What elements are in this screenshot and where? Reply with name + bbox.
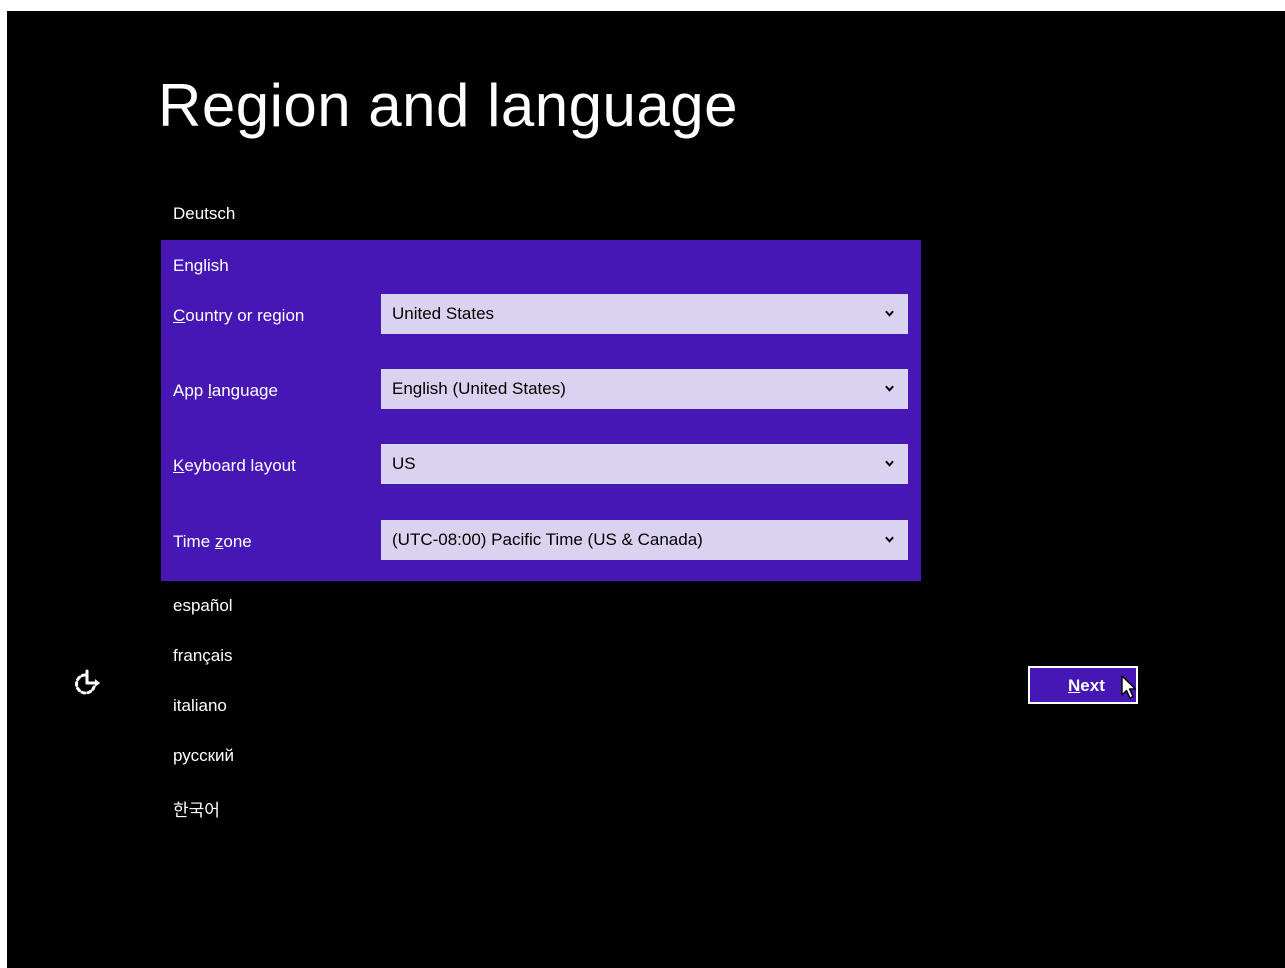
language-item-espanol[interactable]: español — [173, 596, 233, 616]
setup-screen: Region and language Deutsch English Coun… — [7, 11, 1285, 968]
time-zone-select[interactable]: (UTC-08:00) Pacific Time (US & Canada) — [381, 520, 908, 560]
country-region-value: United States — [392, 304, 495, 323]
page-title: Region and language — [158, 72, 738, 139]
time-zone-label: Time zone — [173, 532, 252, 551]
language-item-francais[interactable]: français — [173, 646, 233, 666]
chevron-down-icon — [885, 536, 894, 543]
country-region-label: Country or region — [173, 306, 305, 325]
keyboard-layout-value: US — [392, 454, 416, 473]
keyboard-layout-select[interactable]: US — [381, 444, 908, 484]
ease-of-access-icon[interactable] — [73, 669, 101, 697]
language-item-italiano[interactable]: italiano — [173, 696, 227, 716]
app-language-select[interactable]: English (United States) — [381, 369, 908, 409]
app-language-label: App language — [173, 381, 278, 400]
language-item-korean[interactable]: 한국어 — [173, 796, 220, 821]
keyboard-layout-label: Keyboard layout — [173, 456, 296, 475]
app-language-value: English (United States) — [392, 379, 566, 398]
country-region-select[interactable]: United States — [381, 294, 908, 334]
mouse-pointer-icon — [1121, 675, 1137, 699]
language-item-english[interactable]: English — [173, 256, 229, 276]
language-item-russian[interactable]: русский — [173, 746, 234, 766]
time-zone-value: (UTC-08:00) Pacific Time (US & Canada) — [392, 530, 703, 549]
chevron-down-icon — [885, 460, 894, 467]
next-button-label: Next — [1068, 676, 1105, 695]
chevron-down-icon — [885, 385, 894, 392]
selected-language-panel: English Country or region United States … — [161, 240, 921, 581]
chevron-down-icon — [885, 310, 894, 317]
language-item-deutsch[interactable]: Deutsch — [173, 204, 235, 224]
